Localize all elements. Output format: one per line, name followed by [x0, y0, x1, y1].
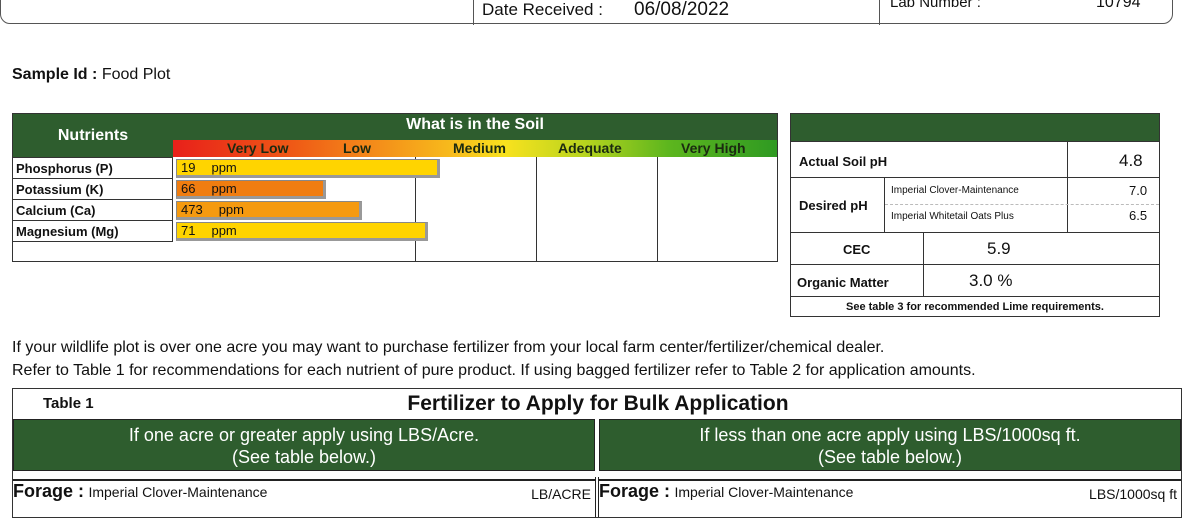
- nutrient-name: Calcium (Ca): [13, 199, 173, 220]
- desired-ph-label: Desired pH: [799, 198, 868, 213]
- date-received-value: 06/08/2022: [634, 0, 730, 20]
- organic-matter-row: Organic Matter 3.0 %: [791, 264, 1159, 296]
- ph-table-header: [791, 114, 1159, 141]
- soil-title: What is in the Soil: [406, 116, 544, 133]
- sqft-instruction-line: If less than one acre apply using LBS/10…: [699, 425, 1081, 445]
- unit-label: LB/ACRE: [531, 486, 591, 502]
- table-label: Table 1: [43, 395, 94, 412]
- nutrient-value: 66: [181, 181, 196, 196]
- desired-ph-value: 7.0: [1129, 183, 1148, 198]
- header-divider: [473, 0, 474, 25]
- level-very-high: Very High: [681, 140, 746, 156]
- column-divider: [536, 157, 537, 261]
- nutrient-value: 71: [181, 223, 196, 238]
- lime-note-row: See table 3 for recommended Lime require…: [791, 296, 1159, 317]
- acre-instruction-line: (See table below.): [231, 447, 377, 467]
- nutrient-bar: 71 ppm: [176, 222, 428, 241]
- unit-label: LBS/1000sq ft: [1089, 486, 1177, 502]
- forage-row-sqft: Forage : Imperial Clover-Maintenance LBS…: [599, 479, 1181, 509]
- level-adequate: Adequate: [558, 140, 622, 156]
- forage-row-acre: Forage : Imperial Clover-Maintenance LB/…: [13, 479, 595, 509]
- lime-note: See table 3 for recommended Lime require…: [846, 301, 1104, 313]
- desired-ph-value: 6.5: [1129, 208, 1148, 223]
- level-low: Low: [343, 140, 371, 156]
- lab-number-label: Lab Number :: [890, 0, 981, 11]
- nutrient-bar: 66 ppm: [176, 180, 326, 199]
- ph-table: Actual Soil pH 4.8 Desired pH Imperial C…: [790, 113, 1160, 317]
- forage-name: Imperial Clover-Maintenance: [88, 484, 268, 500]
- nutrient-bar: 19 ppm: [176, 159, 440, 178]
- acre-instructions: If one acre or greater apply using LBS/A…: [13, 419, 595, 471]
- desired-crop: Imperial Clover-Maintenance: [891, 185, 1019, 196]
- nutrient-value: 473: [181, 202, 203, 217]
- actual-ph-value: 4.8: [1119, 151, 1143, 170]
- organic-matter-value: 3.0 %: [969, 271, 1013, 290]
- nutrient-name: Phosphorus (P): [13, 157, 173, 178]
- sample-id-label: Sample Id :: [12, 66, 98, 83]
- notes-line-1: If your wildlife plot is over one acre y…: [12, 339, 885, 356]
- nutrient-value: 19: [181, 160, 196, 175]
- organic-matter-label: Organic Matter: [797, 275, 889, 290]
- actual-ph-label: Actual Soil pH: [799, 154, 888, 169]
- nutrient-name: Potassium (K): [13, 178, 173, 199]
- cec-label: CEC: [843, 242, 871, 257]
- fertilizer-table-title: Fertilizer to Apply for Bulk Application: [407, 392, 789, 415]
- forage-name: Imperial Clover-Maintenance: [674, 484, 854, 500]
- forage-label: Forage :: [13, 481, 85, 501]
- nutrients-header: Nutrients: [57, 126, 129, 144]
- actual-ph-row: Actual Soil pH 4.8: [791, 141, 1159, 177]
- nutrient-unit: ppm: [211, 160, 237, 175]
- level-very-low: Very Low: [227, 140, 289, 156]
- date-received-label: Date Received :: [482, 0, 603, 19]
- nutrients-table: Nutrients What is in the Soil Very Low L…: [12, 113, 778, 262]
- cec-value: 5.9: [987, 239, 1011, 258]
- sample-id-value: Food Plot: [101, 66, 171, 83]
- notes-line-2: Refer to Table 1 for recommendations for…: [12, 362, 976, 379]
- cec-row: CEC 5.9: [791, 232, 1159, 264]
- desired-ph-row: Desired pH Imperial Clover-Maintenance 7…: [791, 177, 1159, 232]
- nutrient-unit: ppm: [218, 202, 244, 217]
- nutrient-unit: ppm: [211, 181, 237, 196]
- column-divider: [657, 157, 658, 261]
- header-divider: [879, 0, 880, 25]
- level-medium: Medium: [453, 140, 506, 156]
- sqft-instructions: If less than one acre apply using LBS/10…: [599, 419, 1181, 471]
- desired-crop: Imperial Whitetail Oats Plus: [891, 211, 1014, 222]
- sqft-instruction-line: (See table below.): [817, 447, 963, 467]
- sample-id: Sample Id : Food Plot: [12, 66, 170, 84]
- fertilizer-table: Fertilizer to Apply for Bulk Application…: [12, 388, 1182, 518]
- acre-instruction-line: If one acre or greater apply using LBS/A…: [128, 425, 480, 445]
- forage-label: Forage :: [599, 481, 671, 501]
- nutrient-bar: 473 ppm: [176, 201, 362, 220]
- nutrient-name: Magnesium (Mg): [13, 220, 173, 242]
- nutrient-unit: ppm: [211, 223, 237, 238]
- lab-number-value: 10794: [1096, 0, 1141, 11]
